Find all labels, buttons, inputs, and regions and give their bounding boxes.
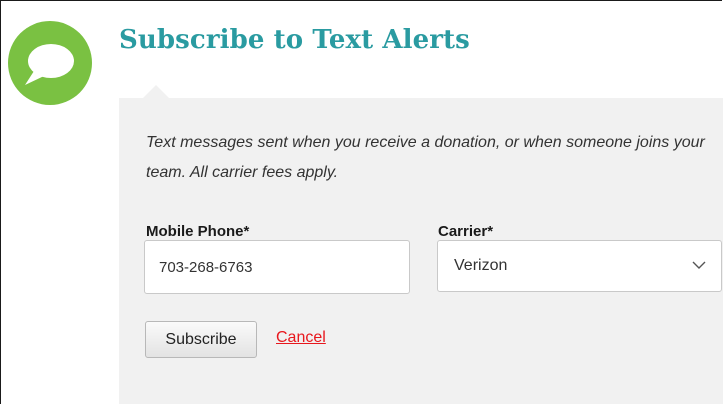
- carrier-select[interactable]: Verizon: [437, 240, 722, 292]
- chat-bubble-icon: [8, 21, 92, 105]
- mobile-phone-label: Mobile Phone*: [146, 223, 250, 240]
- subscribe-form-panel: Text messages sent when you receive a do…: [119, 85, 723, 404]
- panel-pointer: [143, 85, 169, 98]
- subscribe-button[interactable]: Subscribe: [145, 321, 257, 358]
- mobile-phone-input[interactable]: [144, 240, 410, 294]
- page-title: Subscribe to Text Alerts: [119, 25, 470, 55]
- chevron-down-icon: [692, 261, 706, 269]
- carrier-selected-value: Verizon: [454, 257, 508, 274]
- cancel-link[interactable]: Cancel: [276, 329, 326, 347]
- form-description: Text messages sent when you receive a do…: [146, 134, 705, 181]
- carrier-label: Carrier*: [438, 223, 494, 240]
